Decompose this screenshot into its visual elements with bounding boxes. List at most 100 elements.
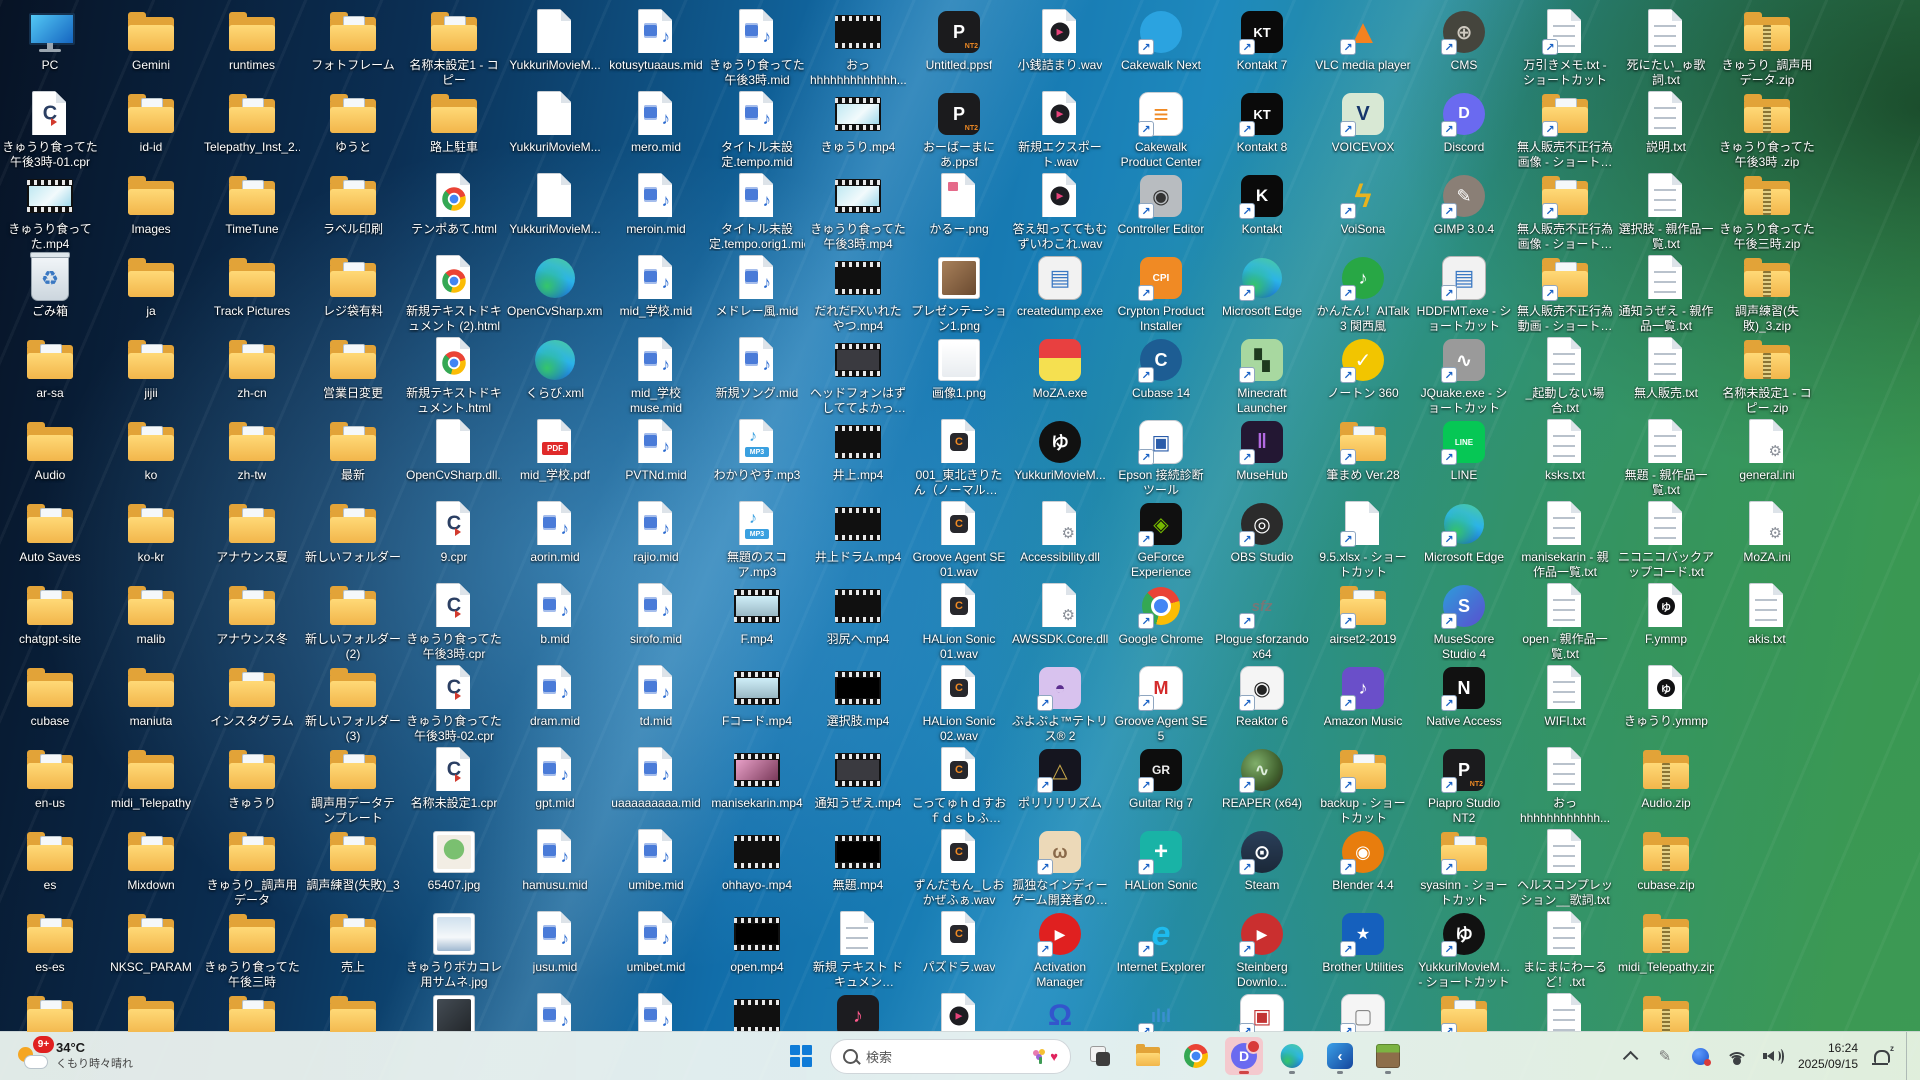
desktop-icon[interactable]: テンポあて.html	[406, 172, 502, 237]
start-button[interactable]	[782, 1037, 820, 1075]
desktop-icon[interactable]: きゅうり食ってた午後三時	[204, 910, 300, 989]
desktop-icon[interactable]: OpenCvSharp.dll...	[406, 418, 502, 483]
desktop-icon[interactable]: ◎ ↗ OBS Studio	[1214, 500, 1310, 565]
desktop-icon[interactable]: S ↗ MuseScore Studio 4	[1416, 582, 1512, 661]
desktop-icon[interactable]: zh-tw	[204, 418, 300, 483]
desktop-icon[interactable]: C HALion Sonic 02.wav	[911, 664, 1007, 743]
desktop-icon[interactable]: ◈ ↗ GeForce Experience	[1113, 500, 1209, 579]
desktop-icon[interactable]: manisekarin.mp4	[709, 746, 805, 811]
desktop-icon[interactable]: jijii	[103, 336, 199, 401]
desktop-icon[interactable]: ↗ 無人販売不正行為画像 - ショートカッ...	[1517, 90, 1613, 169]
desktop-icon[interactable]: 新規テキストドキュメント (2).html	[406, 254, 502, 333]
desktop-icon[interactable]: Ω	[1012, 992, 1108, 1032]
desktop-icon[interactable]: ∿ ↗ JQuake.exe - ショートカット	[1416, 336, 1512, 415]
desktop-icon[interactable]: YukkuriMovieM...	[507, 90, 603, 155]
desktop-icon[interactable]	[2, 992, 98, 1032]
desktop-icon[interactable]: ♪ dram.mid	[507, 664, 603, 729]
desktop-icon[interactable]: ♪ b.mid	[507, 582, 603, 647]
desktop-icon[interactable]: ♪ kotusytuaaus.mid	[608, 8, 704, 73]
desktop-icon[interactable]: ♪ MP3 無題のスコア.mp3	[709, 500, 805, 579]
desktop-icon[interactable]: midi_Telepathy.zip	[1618, 910, 1714, 975]
cursor-ball-icon[interactable]	[1690, 1045, 1712, 1067]
discord-button[interactable]: D	[1225, 1037, 1263, 1075]
desktop-icon[interactable]: 画像1.png	[911, 336, 1007, 401]
desktop-icon[interactable]: C ずんだもん_しおかぜふぁ.wav	[911, 828, 1007, 907]
desktop-icon[interactable]: WIFI.txt	[1517, 664, 1613, 729]
desktop-icon[interactable]: 最新	[305, 418, 401, 483]
desktop-icon[interactable]: P NT2 Untitled.ppsf	[911, 8, 1007, 73]
desktop-icon[interactable]: F.mp4	[709, 582, 805, 647]
desktop-icon[interactable]: ▤ createdump.exe	[1012, 254, 1108, 319]
desktop-icon[interactable]: N ↗ Native Access	[1416, 664, 1512, 729]
desktop-icon[interactable]: くらび.xml	[507, 336, 603, 401]
desktop-icon[interactable]: ▶ 新規エクスポート.wav	[1012, 90, 1108, 169]
desktop-icon[interactable]: MoZA.exe	[1012, 336, 1108, 401]
desktop-icon[interactable]: ♪ mid_学校.mid	[608, 254, 704, 319]
desktop-icon[interactable]: 通知うぜえ.mp4	[810, 746, 906, 811]
desktop-icon[interactable]: C HALion Sonic 01.wav	[911, 582, 1007, 661]
desktop-icon[interactable]: C こってゅｈｄすおｆｄｓｂふぁ.wav	[911, 746, 1007, 825]
desktop-icon[interactable]: id-id	[103, 90, 199, 155]
desktop-icon[interactable]: 路上駐車	[406, 90, 502, 155]
show-desktop-button[interactable]	[1906, 1032, 1912, 1080]
desktop-icon[interactable]: C きゅうり食ってた午後3時-02.cpr	[406, 664, 502, 743]
desktop-icon[interactable]: インスタグラム	[204, 664, 300, 729]
desktop-icon[interactable]: ⚙ AWSSDK.Core.dll	[1012, 582, 1108, 647]
wifi-icon[interactable]	[1725, 1045, 1748, 1067]
desktop-icon[interactable]: 通知うぜえ - 親作品一覧.txt	[1618, 254, 1714, 333]
desktop-icon[interactable]: C ↗ Cubase 14	[1113, 336, 1209, 401]
desktop-icon[interactable]: ↗ 9.5.xlsx - ショートカット	[1315, 500, 1411, 579]
desktop-icon[interactable]: プレゼンテーション1.png	[911, 254, 1007, 333]
desktop-icon[interactable]: ♪ mero.mid	[608, 90, 704, 155]
desktop-icon[interactable]: 新規 テキスト ドキュメント.musicxml	[810, 910, 906, 989]
desktop-icon[interactable]: chatgpt-site	[2, 582, 98, 647]
desktop-icon[interactable]	[103, 992, 199, 1032]
desktop-icon[interactable]: ♪ 新規ソング.mid	[709, 336, 805, 401]
desktop-icon[interactable]: PDF mid_学校.pdf	[507, 418, 603, 483]
desktop-icon[interactable]: P NT2 おーばーまにあ.ppsf	[911, 90, 1007, 169]
desktop-icon[interactable]: ◉ ↗ Blender 4.4	[1315, 828, 1411, 893]
task-view-button[interactable]	[1081, 1037, 1119, 1075]
desktop-icon[interactable]: ♪ meroin.mid	[608, 172, 704, 237]
desktop-icon[interactable]: ↗ 無人販売不正行為画像 - ショートカット	[1517, 172, 1613, 251]
desktop-icon[interactable]: ヘルスコンプレッション__歌詞.txt	[1517, 828, 1613, 907]
desktop-icon[interactable]: △ ↗ ポリリリリズム	[1012, 746, 1108, 811]
desktop-icon[interactable]: 営業日変更	[305, 336, 401, 401]
desktop-icon[interactable]: おっ hhhhhhhhhhhh...	[1517, 746, 1613, 825]
desktop-icon[interactable]: ↗ syasinn - ショートカット	[1416, 828, 1512, 907]
desktop-icon[interactable]: ksks.txt	[1517, 418, 1613, 483]
desktop-icon[interactable]: ⚙ general.ini	[1719, 418, 1815, 483]
desktop-icon[interactable]: zh-cn	[204, 336, 300, 401]
desktop-icon[interactable]: ko	[103, 418, 199, 483]
desktop-icon[interactable]: GR ↗ Guitar Rig 7	[1113, 746, 1209, 811]
desktop-icon[interactable]: かるー.png	[911, 172, 1007, 237]
minecraft-button[interactable]	[1369, 1037, 1407, 1075]
desktop-icon[interactable]: Audio.zip	[1618, 746, 1714, 811]
desktop-icon[interactable]: ★ ↗ Brother Utilities	[1315, 910, 1411, 975]
desktop-icon[interactable]: ♪ mid_学校 muse.mid	[608, 336, 704, 415]
desktop-icon[interactable]: ♻ ごみ箱	[2, 252, 98, 319]
desktop-icon[interactable]: midi_Telepathy	[103, 746, 199, 811]
desktop-icon[interactable]: C きゅうり食ってた午後3時.cpr	[406, 582, 502, 661]
edge-button[interactable]	[1273, 1037, 1311, 1075]
desktop-icon[interactable]: YukkuriMovieM...	[507, 8, 603, 73]
desktop-icon[interactable]: TimeTune	[204, 172, 300, 237]
desktop-icon[interactable]: ↗ Microsoft Edge	[1416, 500, 1512, 565]
desktop-icon[interactable]: C パズドラ.wav	[911, 910, 1007, 975]
desktop-icon[interactable]: きゅうり食ってた午後3時 .zip	[1719, 90, 1815, 169]
desktop-icon[interactable]	[406, 992, 502, 1032]
desktop-icon[interactable]: 新規テキストドキュメント.html	[406, 336, 502, 415]
desktop-icon[interactable]: NKSC_PARAM	[103, 910, 199, 975]
desktop-icon[interactable]: ▶ 答え知っててもむずいわこれ.wav	[1012, 172, 1108, 251]
desktop-icon[interactable]: ♪ MP3 わかりやす.mp3	[709, 418, 805, 483]
desktop-icon[interactable]: ↗ 万引きメモ.txt - ショートカット	[1517, 8, 1613, 87]
desktop-icon[interactable]: フォトフレーム	[305, 8, 401, 73]
desktop-icon[interactable]: runtimes	[204, 8, 300, 73]
desktop-icon[interactable]: KT ↗ Kontakt 8	[1214, 90, 1310, 155]
desktop-icon[interactable]: ゆうと	[305, 90, 401, 155]
chrome-button[interactable]	[1177, 1037, 1215, 1075]
desktop-icon[interactable]: きゅうり_調声用データ.zip	[1719, 8, 1815, 87]
desktop-icon[interactable]: PC	[2, 8, 98, 73]
desktop-icon[interactable]: 選択肢.mp4	[810, 664, 906, 729]
desktop-icon[interactable]: 新しいフォルダー (2)	[305, 582, 401, 661]
